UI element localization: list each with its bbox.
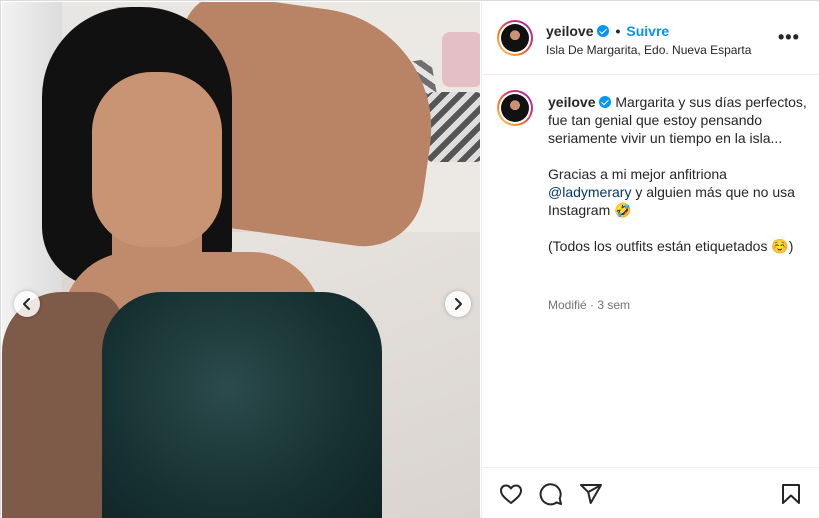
more-options-button[interactable]: ••• bbox=[778, 28, 800, 46]
follow-button[interactable]: Suivre bbox=[626, 23, 669, 39]
caption-mention-link[interactable]: @ladymerary bbox=[548, 184, 631, 200]
caption-avatar[interactable] bbox=[497, 90, 533, 126]
separator-dot: • bbox=[615, 23, 621, 39]
previous-photo-button[interactable] bbox=[14, 291, 40, 317]
avatar-image bbox=[501, 94, 529, 122]
post-caption: yeilove Margarita y sus días perfectos, … bbox=[482, 76, 819, 466]
avatar-image bbox=[501, 24, 529, 52]
location-link[interactable]: Isla De Margarita, Edo. Nueva Esparta bbox=[546, 43, 751, 57]
comment-icon[interactable] bbox=[539, 482, 563, 506]
photo-pillow bbox=[427, 92, 480, 162]
caption-username[interactable]: yeilove bbox=[548, 94, 595, 110]
photo-person-face bbox=[92, 72, 222, 247]
caption-text: yeilove Margarita y sus días perfectos, … bbox=[548, 93, 810, 255]
username-link[interactable]: yeilove bbox=[546, 23, 593, 39]
chevron-left-icon bbox=[23, 298, 30, 310]
chevron-right-icon bbox=[455, 298, 462, 310]
avatar-ring bbox=[499, 22, 531, 54]
share-icon[interactable] bbox=[579, 482, 603, 506]
photo-pillow bbox=[442, 32, 480, 87]
bookmark-icon[interactable] bbox=[779, 482, 803, 506]
post-media[interactable] bbox=[2, 2, 480, 518]
caption-meta: Modifié · 3 sem bbox=[548, 298, 631, 312]
avatar-ring bbox=[499, 92, 531, 124]
post-header: yeilove • Suivre Isla De Margarita, Edo. N… bbox=[482, 2, 819, 75]
verified-badge-icon bbox=[597, 25, 610, 37]
header-user-row: yeilove • Suivre bbox=[546, 23, 669, 39]
photo-person-dress bbox=[102, 292, 382, 518]
post-actions bbox=[482, 467, 819, 518]
avatar[interactable] bbox=[497, 20, 533, 56]
next-photo-button[interactable] bbox=[445, 291, 471, 317]
heart-icon[interactable] bbox=[499, 482, 523, 506]
post-dialog: yeilove • Suivre Isla De Margarita, Edo. N… bbox=[0, 0, 819, 518]
verified-badge-icon bbox=[599, 96, 612, 108]
post-side-panel: yeilove • Suivre Isla De Margarita, Edo. N… bbox=[481, 2, 819, 518]
